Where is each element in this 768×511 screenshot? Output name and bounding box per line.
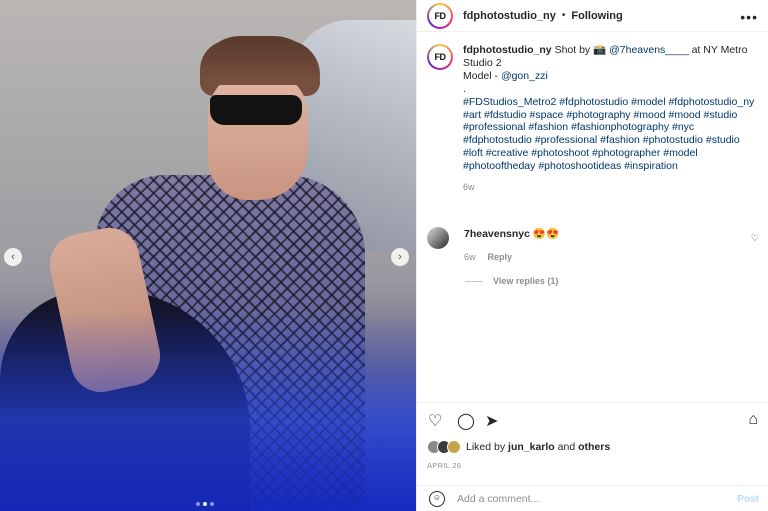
following-button[interactable]: Following xyxy=(571,10,622,22)
caption-avatar[interactable]: FD xyxy=(427,44,453,70)
likes-text: Liked by jun_karlo and others xyxy=(466,441,610,453)
head xyxy=(208,70,308,200)
mention-model[interactable]: @gon_zzi xyxy=(501,70,548,82)
camera-emoji: 📸 xyxy=(593,44,607,56)
sunglasses xyxy=(210,95,302,125)
caption-dot: . xyxy=(463,82,466,95)
avatar-logo-text: FD xyxy=(434,10,447,21)
carousel-dot xyxy=(210,502,214,506)
caption-text: fdphotostudio_ny Shot by 📸 @7heavens____… xyxy=(463,44,755,194)
emoji-icon[interactable]: ☺ xyxy=(429,491,445,507)
post-header: FD fdphotostudio_ny • Following ••• xyxy=(417,0,768,32)
liker-username[interactable]: jun_karlo xyxy=(508,441,555,453)
view-replies-button[interactable]: View replies (1) xyxy=(465,276,558,286)
separator-dot: • xyxy=(561,10,566,21)
comment-like-heart-icon[interactable]: ♡ xyxy=(751,233,759,244)
carousel-dots xyxy=(196,502,214,506)
post-panel: FD fdphotostudio_ny • Following ••• FD f… xyxy=(416,0,768,511)
comment-time[interactable]: 6w xyxy=(464,252,476,262)
more-options-icon[interactable]: ••• xyxy=(740,9,758,25)
reply-button[interactable]: Reply xyxy=(488,252,513,262)
share-send-icon[interactable]: ➤ xyxy=(485,411,498,431)
post-date[interactable]: APRIL 26 xyxy=(427,461,461,470)
likes-others-link[interactable]: others xyxy=(578,441,610,453)
previous-arrow-icon[interactable]: ‹ xyxy=(4,248,22,266)
avatar-logo: FD xyxy=(429,4,451,27)
caption: FD fdphotostudio_ny Shot by 📸 @7heavens_… xyxy=(427,44,757,194)
avatar-logo-text: FD xyxy=(434,52,447,62)
caption-username[interactable]: fdphotostudio_ny xyxy=(463,44,552,56)
next-arrow-icon[interactable]: › xyxy=(391,248,409,266)
hair-top xyxy=(200,40,320,85)
likes-prefix: Liked by xyxy=(466,441,509,453)
liker-avatar[interactable] xyxy=(447,440,461,454)
hashtags[interactable]: #FDStudios_Metro2 #fdphotostudio #model … xyxy=(463,96,754,173)
comment-bubble-icon[interactable]: ◯ xyxy=(457,411,475,431)
likes-summary: Liked by jun_karlo and others xyxy=(427,440,610,454)
likes-middle: and xyxy=(554,441,579,453)
blue-light-overlay xyxy=(0,311,416,511)
comment-meta: 6w Reply xyxy=(464,252,744,262)
comment-line: 7heavensnyc 😍😍 xyxy=(464,227,744,240)
comment-avatar[interactable] xyxy=(427,227,449,249)
save-bookmark-icon[interactable]: ⌂ xyxy=(748,411,758,429)
post-media[interactable]: ‹ › xyxy=(0,0,416,511)
mention-photographer[interactable]: @7heavens____ xyxy=(609,44,689,56)
carousel-dot-active xyxy=(203,502,207,506)
comment-username[interactable]: 7heavensnyc xyxy=(464,228,530,240)
header-username[interactable]: fdphotostudio_ny xyxy=(463,10,556,22)
comment-body: 7heavensnyc 😍😍 6w Reply xyxy=(464,227,744,262)
add-comment-bar: ☺ Post xyxy=(417,485,768,511)
replies-divider-line xyxy=(465,280,483,282)
caption-line2-prefix: Model - xyxy=(463,69,501,82)
caption-timestamp[interactable]: 6w xyxy=(463,181,755,194)
action-bar: ♡ ◯ ➤ ⌂ xyxy=(417,402,768,438)
view-replies-label: View replies (1) xyxy=(493,276,559,286)
post-button[interactable]: Post xyxy=(737,494,759,505)
caption-line1-prefix: Shot by xyxy=(551,44,594,56)
comment-item: 7heavensnyc 😍😍 6w Reply ♡ xyxy=(427,227,767,262)
avatar-logo: FD xyxy=(429,46,451,68)
comment-input[interactable] xyxy=(457,490,717,508)
carousel-dot xyxy=(196,502,200,506)
comment-text: 😍😍 xyxy=(529,228,560,240)
avatar[interactable]: FD xyxy=(427,2,453,29)
like-heart-icon[interactable]: ♡ xyxy=(428,411,442,431)
